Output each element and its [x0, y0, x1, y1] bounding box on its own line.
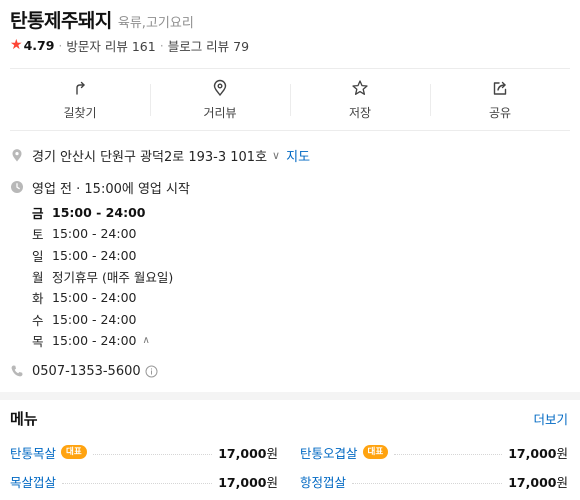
- save-label: 저장: [348, 106, 372, 120]
- menu-title: 메뉴: [10, 410, 38, 428]
- info-icon[interactable]: [145, 365, 158, 378]
- chevron-up-icon[interactable]: ∧: [143, 335, 150, 346]
- hours-day: 화: [32, 291, 44, 307]
- map-link[interactable]: 지도: [286, 146, 310, 165]
- location-pin-icon: [12, 149, 22, 162]
- share-label: 공유: [488, 106, 512, 120]
- hours-day: 일: [32, 248, 44, 264]
- visitor-reviews-link[interactable]: 방문자 리뷰 161: [66, 36, 155, 55]
- menu-item-price: 17,000원: [508, 445, 568, 461]
- hours-time: 15:00 - 24:00: [52, 311, 137, 327]
- action-bar: 길찾기 거리뷰 저장 공유: [10, 70, 570, 130]
- hours-day: 금: [32, 206, 44, 222]
- hours-time: 15:00 - 24:00: [52, 290, 137, 306]
- rating-star-icon: ★: [10, 37, 23, 53]
- menu-item-price: 17,000원: [508, 474, 568, 490]
- share-button[interactable]: 공유: [430, 70, 570, 130]
- hours-day: 월: [32, 270, 44, 286]
- hours-row: 수 15:00 - 24:00: [32, 308, 173, 329]
- hours-row: 월 정기휴무 (매주 월요일): [32, 266, 173, 287]
- directions-button[interactable]: 길찾기: [10, 70, 150, 130]
- chevron-down-icon[interactable]: ∨: [272, 149, 280, 162]
- menu-item[interactable]: 탄통오겹살 대표 17,000원: [300, 442, 568, 462]
- hours-row: 목 15:00 - 24:00 ∧: [32, 330, 173, 351]
- street-view-label: 거리뷰: [203, 106, 237, 120]
- place-header: 탄통제주돼지 육류,고기요리: [10, 6, 194, 32]
- phone-row: 0507-1353-5600: [10, 362, 570, 380]
- menu-item-name: 항정껍살: [300, 474, 347, 490]
- rating-value: 4.79: [23, 37, 55, 53]
- hours-row: 화 15:00 - 24:00: [32, 287, 173, 308]
- hours-time: 15:00 - 24:00: [52, 226, 137, 242]
- menu-item-price: 17,000원: [218, 474, 278, 490]
- hours-list: 금 15:00 - 24:00 토 15:00 - 24:00 일 15:00 …: [32, 202, 173, 351]
- hours-row-today: 금 15:00 - 24:00: [32, 202, 173, 223]
- dotted-leader: [352, 482, 503, 484]
- dotted-leader: [394, 453, 503, 455]
- menu-more-link[interactable]: 더보기: [533, 409, 568, 428]
- signature-badge: 대표: [362, 445, 389, 459]
- hours-day: 목: [32, 333, 44, 349]
- address-text: 경기 안산시 단원구 광덕2로 193-3 101호: [32, 149, 268, 165]
- clock-icon: [11, 181, 23, 193]
- business-status-row[interactable]: 영업 전 · 15:00에 영업 시작: [10, 178, 570, 197]
- hours-time: 정기휴무 (매주 월요일): [52, 270, 174, 286]
- menu-item[interactable]: 목살껍살 17,000원: [10, 471, 278, 491]
- section-divider: [0, 392, 580, 400]
- menu-item-price: 17,000원: [218, 445, 278, 461]
- phone-icon: [11, 365, 23, 377]
- divider: [10, 130, 570, 131]
- street-view-button[interactable]: 거리뷰: [150, 70, 290, 130]
- share-icon: [493, 81, 507, 95]
- hours-row: 토 15:00 - 24:00: [32, 223, 173, 244]
- hours-row: 일 15:00 - 24:00: [32, 245, 173, 266]
- dotted-leader: [62, 482, 213, 484]
- star-icon: [352, 80, 368, 95]
- hours-day: 수: [32, 312, 44, 328]
- location-pin-icon: [213, 79, 227, 97]
- review-summary: ★ 4.79 · 방문자 리뷰 161 · 블로그 리뷰 79: [10, 36, 249, 54]
- separator-dot: ·: [58, 37, 63, 53]
- blog-reviews-link[interactable]: 블로그 리뷰 79: [168, 36, 249, 55]
- menu-item[interactable]: 탄통목살 대표 17,000원: [10, 442, 278, 462]
- separator-dot: ·: [159, 37, 164, 53]
- place-category: 육류,고기요리: [117, 16, 194, 31]
- menu-item-name: 탄통오겹살: [300, 445, 358, 461]
- directions-icon: [76, 81, 85, 95]
- hours-time: 15:00 - 24:00: [52, 247, 137, 263]
- menu-item-name: 목살껍살: [10, 474, 57, 490]
- hours-day: 토: [32, 227, 44, 243]
- business-status: 영업 전 · 15:00에 영업 시작: [32, 181, 190, 197]
- save-button[interactable]: 저장: [290, 70, 430, 130]
- dotted-leader: [92, 453, 213, 455]
- hours-time: 15:00 - 24:00: [52, 205, 146, 221]
- phone-number[interactable]: 0507-1353-5600: [32, 364, 141, 379]
- place-title: 탄통제주돼지: [10, 10, 112, 32]
- menu-item[interactable]: 항정껍살 17,000원: [300, 471, 568, 491]
- directions-label: 길찾기: [63, 106, 97, 120]
- menu-header: 메뉴 더보기: [10, 408, 568, 429]
- signature-badge: 대표: [61, 445, 87, 459]
- hours-time: 15:00 - 24:00: [52, 332, 137, 348]
- address-row: 경기 안산시 단원구 광덕2로 193-3 101호 ∨ 지도: [10, 146, 570, 165]
- divider: [10, 68, 570, 69]
- menu-item-name: 탄통목살: [10, 445, 57, 461]
